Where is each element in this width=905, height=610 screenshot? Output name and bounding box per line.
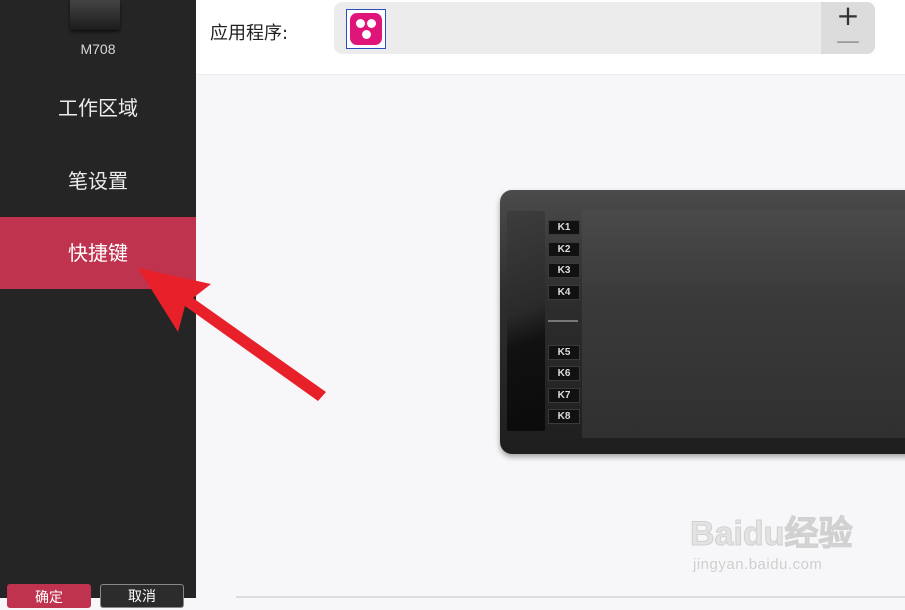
tablet-device-icon: [70, 0, 120, 30]
sidebar-item-shortcuts[interactable]: 快捷键: [0, 217, 196, 289]
sidebar-item-label: 工作区域: [58, 96, 138, 120]
baidu-jingyan-watermark: Baidu经验: [690, 514, 853, 554]
sidebar-item-work-area[interactable]: 工作区域: [0, 72, 196, 144]
app-label: 应用程序:: [210, 23, 289, 44]
sidebar-item-label: 快捷键: [68, 241, 128, 265]
tablet-illustration: K1 K2 K3 K4 K5 K6 K7 K8: [500, 190, 905, 454]
sidebar-item-pen-settings[interactable]: 笔设置: [0, 145, 196, 217]
sidebar-item-label: 笔设置: [68, 169, 128, 193]
add-app-button[interactable]: +: [821, 2, 875, 30]
watermark-brand: Baidu经验: [690, 514, 852, 553]
app-tile[interactable]: [346, 9, 386, 49]
app-selector-bar: + —: [334, 2, 875, 54]
express-key-k2[interactable]: K2: [548, 242, 580, 257]
key-divider: [548, 320, 578, 322]
tablet-left-panel: [507, 211, 545, 431]
ok-button[interactable]: 确定: [7, 584, 91, 608]
express-key-k5[interactable]: K5: [548, 345, 580, 360]
cancel-button[interactable]: 取消: [100, 584, 184, 608]
three-dots-app-icon: [350, 13, 382, 45]
device-name: M708: [80, 41, 116, 57]
add-remove-controls: + —: [821, 2, 875, 54]
app-header: 应用程序: + —: [196, 0, 905, 75]
remove-app-button[interactable]: —: [821, 28, 875, 54]
express-key-k8[interactable]: K8: [548, 409, 580, 424]
express-key-k7[interactable]: K7: [548, 388, 580, 403]
sidebar: M708 工作区域 笔设置 快捷键 确定 取消: [0, 0, 196, 608]
watermark-url: jingyan.baidu.com: [693, 556, 823, 573]
express-key-k1[interactable]: K1: [548, 220, 580, 235]
express-key-k6[interactable]: K6: [548, 366, 580, 381]
express-key-k3[interactable]: K3: [548, 263, 580, 278]
express-key-k4[interactable]: K4: [548, 285, 580, 300]
tablet-active-area: [582, 210, 905, 438]
